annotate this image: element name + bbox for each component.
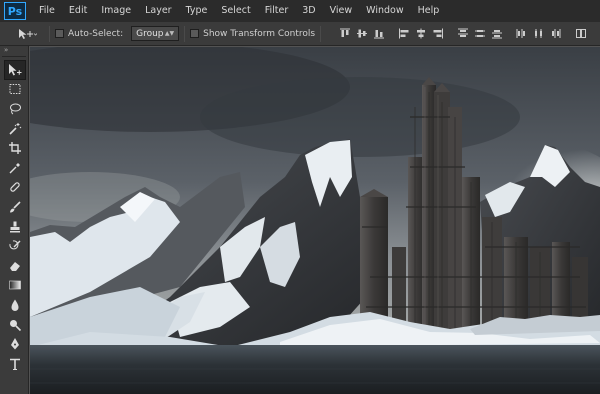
- menu-filter[interactable]: Filter: [258, 0, 296, 22]
- align-bottom-edges-icon[interactable]: [370, 26, 387, 41]
- auto-select-value: Group: [136, 28, 164, 39]
- document-canvas[interactable]: [30, 47, 600, 394]
- show-transform-label: Show Transform Controls: [203, 28, 316, 39]
- distribute-horizontal-centers-icon[interactable]: [530, 26, 547, 41]
- menu-layer[interactable]: Layer: [138, 0, 179, 22]
- eraser-icon: [10, 261, 20, 271]
- tool-quick-selection[interactable]: [4, 119, 26, 139]
- tool-blur[interactable]: [4, 295, 26, 315]
- distribute-right-icon[interactable]: [547, 26, 564, 41]
- tool-type[interactable]: [4, 354, 26, 374]
- show-transform-checkbox[interactable]: [190, 29, 200, 38]
- menu-view[interactable]: View: [323, 0, 360, 22]
- menu-window[interactable]: Window: [359, 0, 410, 22]
- menu-items: File Edit Image Layer Type Select Filter…: [32, 0, 446, 22]
- distribute-bottom-icon[interactable]: [488, 26, 505, 41]
- align-right-edges-icon[interactable]: [429, 26, 446, 41]
- distribute-vertical-centers-icon[interactable]: [471, 26, 488, 41]
- tool-pen[interactable]: [4, 334, 26, 354]
- canvas-image: [30, 47, 600, 394]
- move-tool-icon: [19, 28, 37, 39]
- move-tool-icon: [9, 63, 22, 76]
- clone-stamp-icon: [10, 221, 20, 233]
- spot-healing-brush-icon: [10, 182, 20, 193]
- crop-icon: [9, 142, 21, 155]
- photoshop-logo: Ps: [4, 2, 26, 20]
- menu-select[interactable]: Select: [214, 0, 257, 22]
- tool-history-brush[interactable]: [4, 236, 26, 256]
- tool-spot-healing-brush[interactable]: [4, 178, 26, 198]
- history-brush-icon: [9, 240, 21, 250]
- gradient-icon: [9, 281, 21, 290]
- tools-panel: »: [0, 46, 29, 394]
- options-bar: Auto-Select: Group ▲▼ Show Transform Con…: [0, 22, 600, 46]
- blur-icon: [11, 299, 19, 311]
- brush-icon: [10, 201, 21, 213]
- tool-eraser[interactable]: [4, 256, 26, 276]
- type-icon: [10, 358, 20, 370]
- menu-file[interactable]: File: [32, 0, 62, 22]
- tool-eyedropper[interactable]: [4, 158, 26, 178]
- dodge-icon: [10, 319, 22, 331]
- auto-select-label: Auto-Select:: [68, 28, 124, 39]
- options-separator: [49, 25, 50, 42]
- align-left-edges-icon[interactable]: [395, 26, 412, 41]
- options-separator: [320, 25, 322, 42]
- lasso-icon: [10, 103, 21, 115]
- distribute-top-icon[interactable]: [454, 26, 471, 41]
- tool-crop[interactable]: [4, 138, 26, 158]
- tool-move[interactable]: [4, 60, 26, 80]
- tool-brush[interactable]: [4, 197, 26, 217]
- align-vertical-centers-icon[interactable]: [353, 26, 370, 41]
- menu-edit[interactable]: Edit: [62, 0, 94, 22]
- tool-rectangular-marquee[interactable]: [4, 80, 26, 100]
- auto-select-dropdown[interactable]: Group ▲▼: [131, 26, 180, 41]
- tools-panel-collapse-button[interactable]: »: [0, 46, 28, 56]
- auto-align-layers-icon[interactable]: [572, 26, 589, 41]
- options-separator: [184, 25, 186, 42]
- pen-icon: [11, 338, 19, 350]
- dropdown-arrows-icon: ▲▼: [164, 30, 175, 37]
- menu-type[interactable]: Type: [179, 0, 215, 22]
- menu-bar: Ps File Edit Image Layer Type Select Fil…: [0, 0, 600, 22]
- tool-gradient[interactable]: [4, 276, 26, 296]
- tool-dodge[interactable]: [4, 315, 26, 335]
- align-horizontal-centers-icon[interactable]: [412, 26, 429, 41]
- eyedropper-icon: [9, 162, 20, 174]
- quick-selection-icon: [9, 122, 22, 135]
- rectangular-marquee-icon: [9, 84, 21, 95]
- align-top-edges-icon[interactable]: [336, 26, 353, 41]
- tool-lasso[interactable]: [4, 99, 26, 119]
- distribute-left-icon[interactable]: [513, 26, 530, 41]
- auto-select-checkbox[interactable]: [55, 29, 64, 38]
- menu-3d[interactable]: 3D: [295, 0, 322, 22]
- tool-clone-stamp[interactable]: [4, 217, 26, 237]
- align-distribute-group: [336, 26, 589, 41]
- tool-preset-picker[interactable]: [10, 24, 44, 44]
- tools-separator: [2, 56, 26, 57]
- menu-help[interactable]: Help: [411, 0, 447, 22]
- menu-image[interactable]: Image: [94, 0, 138, 22]
